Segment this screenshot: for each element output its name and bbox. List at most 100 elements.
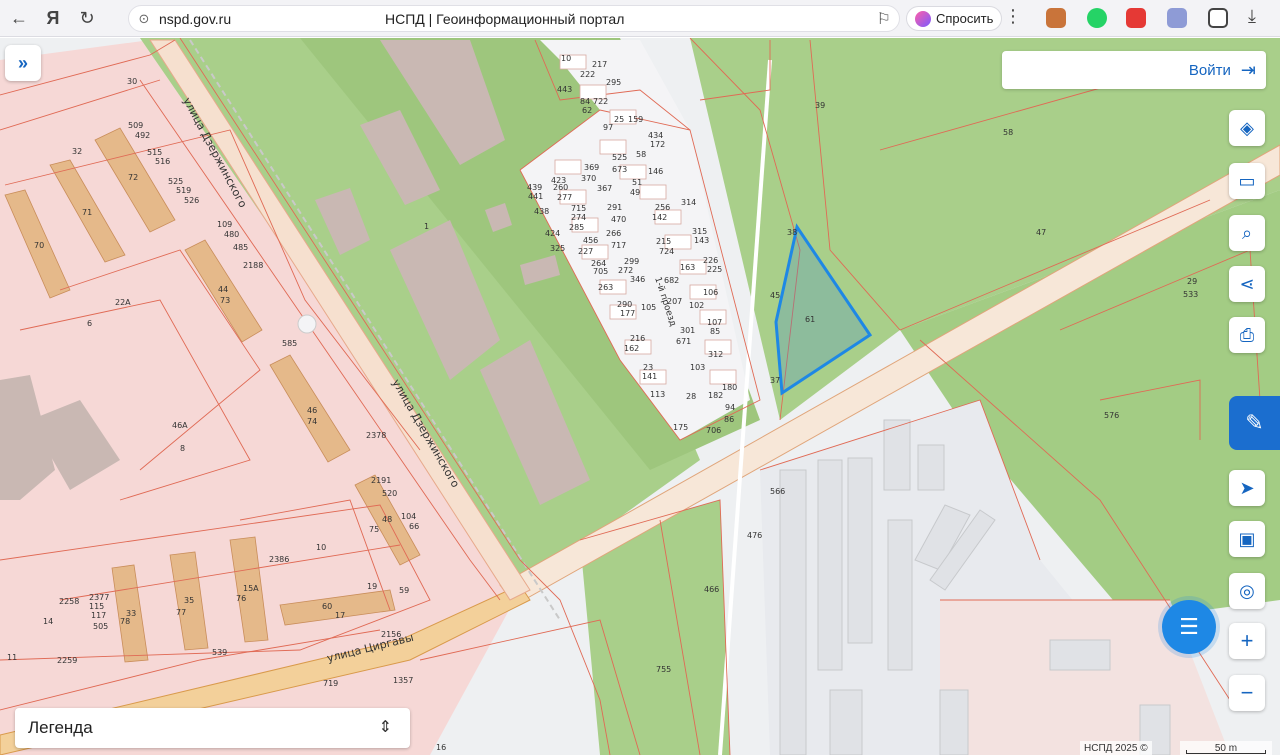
svg-text:58: 58 [636, 150, 646, 159]
svg-text:38: 38 [787, 228, 797, 237]
geolocation-icon[interactable]: ◎ [1229, 573, 1265, 609]
ask-button[interactable]: Спросить [906, 6, 1003, 31]
svg-text:217: 217 [592, 60, 607, 69]
download-icon[interactable]: ⤓ [1248, 6, 1268, 26]
window-icon[interactable] [1208, 8, 1228, 28]
youtube-icon[interactable] [1126, 8, 1146, 28]
reload-icon[interactable]: ↻ [72, 3, 102, 33]
address-bar[interactable]: ⊙ nspd.gov.ru НСПД | Геоинформационный п… [128, 5, 900, 32]
extension-icon[interactable] [1046, 8, 1066, 28]
svg-text:103: 103 [690, 363, 705, 372]
ruler-icon[interactable]: ▭ [1229, 163, 1265, 199]
svg-text:682: 682 [664, 276, 679, 285]
svg-text:22А: 22А [115, 298, 131, 307]
svg-text:78: 78 [120, 617, 130, 626]
svg-text:706: 706 [706, 426, 721, 435]
svg-text:70: 70 [34, 241, 44, 250]
map-canvas[interactable]: улица Дзержинского улица Дзержинского ул… [0, 38, 1280, 755]
svg-text:215: 215 [656, 237, 671, 246]
svg-text:104: 104 [401, 512, 416, 521]
svg-text:23: 23 [643, 363, 653, 372]
svg-text:525: 525 [168, 177, 183, 186]
svg-text:113: 113 [650, 390, 665, 399]
svg-text:106: 106 [703, 288, 718, 297]
svg-text:295: 295 [606, 78, 621, 87]
whatsapp-icon[interactable] [1087, 8, 1107, 28]
svg-text:705: 705 [593, 267, 608, 276]
copyright-text: НСПД 2025 © [1080, 741, 1152, 755]
svg-text:755: 755 [656, 665, 671, 674]
svg-text:439: 439 [527, 183, 542, 192]
svg-text:1357: 1357 [393, 676, 413, 685]
svg-text:59: 59 [399, 586, 409, 595]
login-button[interactable]: Войти ⇥ [1002, 51, 1266, 89]
svg-text:2191: 2191 [371, 476, 391, 485]
svg-text:11: 11 [7, 653, 17, 662]
svg-text:717: 717 [611, 241, 626, 250]
svg-text:94: 94 [725, 403, 735, 412]
svg-text:46А: 46А [172, 421, 188, 430]
svg-text:105: 105 [641, 303, 656, 312]
area-search-icon[interactable]: ⌕ [1229, 215, 1265, 251]
svg-text:291: 291 [607, 203, 622, 212]
svg-text:443: 443 [557, 85, 572, 94]
layers-icon[interactable]: ◈ [1229, 110, 1265, 146]
locate-icon[interactable]: ➤ [1229, 470, 1265, 506]
svg-text:272: 272 [618, 266, 633, 275]
svg-text:35: 35 [184, 596, 194, 605]
svg-text:62: 62 [582, 106, 592, 115]
share-icon[interactable]: ⋖ [1229, 266, 1265, 302]
svg-text:370: 370 [581, 174, 596, 183]
svg-text:143: 143 [694, 236, 709, 245]
svg-text:48: 48 [382, 515, 392, 524]
svg-text:722: 722 [593, 97, 608, 106]
svg-text:470: 470 [611, 215, 626, 224]
svg-text:141: 141 [642, 372, 657, 381]
svg-text:77: 77 [176, 608, 186, 617]
print-icon[interactable]: ⎙ [1229, 317, 1265, 353]
bookmark-icon[interactable]: ⚐ [877, 9, 891, 29]
nspd-assistant-icon[interactable]: ✎ [1229, 396, 1280, 450]
zoom-out-icon[interactable]: − [1229, 675, 1265, 711]
svg-text:30: 30 [127, 77, 137, 86]
legend-selector[interactable]: Легенда ⇕ [15, 708, 410, 748]
svg-text:515: 515 [147, 148, 162, 157]
svg-text:60: 60 [322, 602, 332, 611]
svg-text:274: 274 [571, 213, 586, 222]
expand-sidebar-button[interactable]: » [5, 45, 41, 81]
site-info-icon[interactable]: ⊙ [129, 11, 159, 27]
svg-text:222: 222 [580, 70, 595, 79]
zoom-in-icon[interactable]: + [1229, 623, 1265, 659]
svg-text:44: 44 [218, 285, 228, 294]
minimap-icon[interactable]: ▣ [1229, 521, 1265, 557]
svg-text:367: 367 [597, 184, 612, 193]
yandex-icon[interactable]: Я [38, 3, 68, 33]
svg-text:441: 441 [528, 192, 543, 201]
svg-text:15А: 15А [243, 584, 259, 593]
svg-text:216: 216 [630, 334, 645, 343]
svg-text:37: 37 [770, 376, 780, 385]
gallery-icon[interactable] [1167, 8, 1187, 28]
menu-icon[interactable]: ⋮ [1004, 6, 1022, 27]
svg-text:2377: 2377 [89, 593, 109, 602]
svg-text:277: 277 [557, 193, 572, 202]
svg-text:256: 256 [655, 203, 670, 212]
svg-text:39: 39 [815, 101, 825, 110]
svg-text:175: 175 [673, 423, 688, 432]
chevron-updown-icon: ⇕ [378, 719, 392, 736]
svg-text:8: 8 [180, 444, 185, 453]
svg-text:107: 107 [707, 318, 722, 327]
svg-text:159: 159 [628, 115, 643, 124]
svg-text:2259: 2259 [57, 656, 77, 665]
svg-text:312: 312 [708, 350, 723, 359]
svg-text:146: 146 [648, 167, 663, 176]
login-icon: ⇥ [1240, 59, 1256, 80]
svg-text:97: 97 [603, 123, 613, 132]
svg-text:566: 566 [770, 487, 785, 496]
svg-text:19: 19 [367, 582, 377, 591]
svg-text:71: 71 [82, 208, 92, 217]
svg-text:163: 163 [680, 263, 695, 272]
svg-text:177: 177 [620, 309, 635, 318]
chat-icon[interactable]: ☰ [1162, 600, 1216, 654]
back-icon[interactable]: ← [4, 3, 34, 33]
